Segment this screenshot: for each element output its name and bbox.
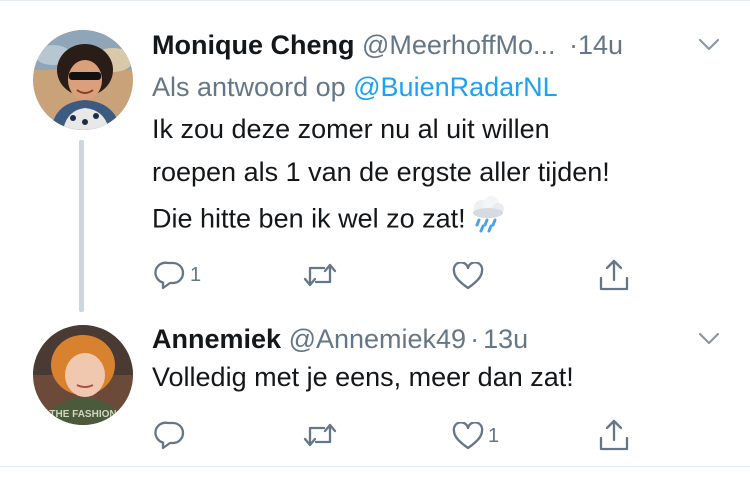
separator: · <box>470 324 480 354</box>
thread-connector <box>79 140 84 312</box>
tweet-header: Annemiek @Annemiek49 · 13u <box>152 322 528 356</box>
author-handle[interactable]: @MeerhoffMo... <box>362 30 555 60</box>
author-name[interactable]: Annemiek <box>152 324 281 354</box>
tweet-text-line-1: Ik zou deze zomer nu al uit willen <box>152 114 550 144</box>
cloud-with-rain-icon <box>468 194 508 247</box>
reply-count: 1 <box>190 263 202 286</box>
reply-context: Als antwoord op @BuienRadarNL <box>152 70 558 104</box>
heart-icon <box>452 262 484 290</box>
retweet-icon <box>303 263 337 287</box>
like-count: 1 <box>488 424 500 447</box>
tweet-text-line-2: roepen als 1 van de ergste aller tijden! <box>152 157 610 187</box>
reply-icon <box>154 421 185 450</box>
tweet-text-line-3-content: Die hitte ben ik wel zo zat! <box>152 203 466 234</box>
reply-icon <box>154 261 185 290</box>
retweet-icon <box>303 423 337 447</box>
top-divider <box>0 0 750 1</box>
retweet-button[interactable] <box>302 261 342 289</box>
avatar-monique[interactable] <box>33 30 133 130</box>
author-name[interactable]: Monique Cheng <box>152 30 354 60</box>
author-handle[interactable]: @Annemiek49 <box>289 324 467 354</box>
tweet-header: Monique Cheng @MeerhoffMo... ·14u <box>152 28 623 62</box>
tweet-text: Volledig met je eens, meer dan zat! <box>152 362 574 392</box>
share-button[interactable] <box>598 258 630 292</box>
share-icon <box>599 259 629 291</box>
avatar-annemiek[interactable]: THE FASHION <box>33 325 133 425</box>
bottom-divider <box>0 466 750 467</box>
avatar-shirt-text: THE FASHION <box>49 409 116 420</box>
chevron-down-icon[interactable] <box>698 38 720 57</box>
heart-icon <box>452 422 484 450</box>
retweet-button[interactable] <box>302 421 342 449</box>
share-icon <box>599 419 629 451</box>
tweet-text-line-3: Die hitte ben ik wel zo zat! <box>152 194 508 247</box>
timestamp[interactable]: 14u <box>578 30 623 60</box>
like-button[interactable]: 1 <box>452 422 499 450</box>
separator: · <box>569 30 578 60</box>
reply-button[interactable] <box>154 420 190 450</box>
reply-button[interactable]: 1 <box>154 260 201 290</box>
share-button[interactable] <box>598 418 630 452</box>
chevron-down-icon[interactable] <box>698 332 720 351</box>
reply-mention-link[interactable]: @BuienRadarNL <box>353 72 558 102</box>
reply-prefix: Als antwoord op <box>152 72 346 102</box>
like-button[interactable] <box>452 262 488 290</box>
timestamp[interactable]: 13u <box>483 324 528 354</box>
